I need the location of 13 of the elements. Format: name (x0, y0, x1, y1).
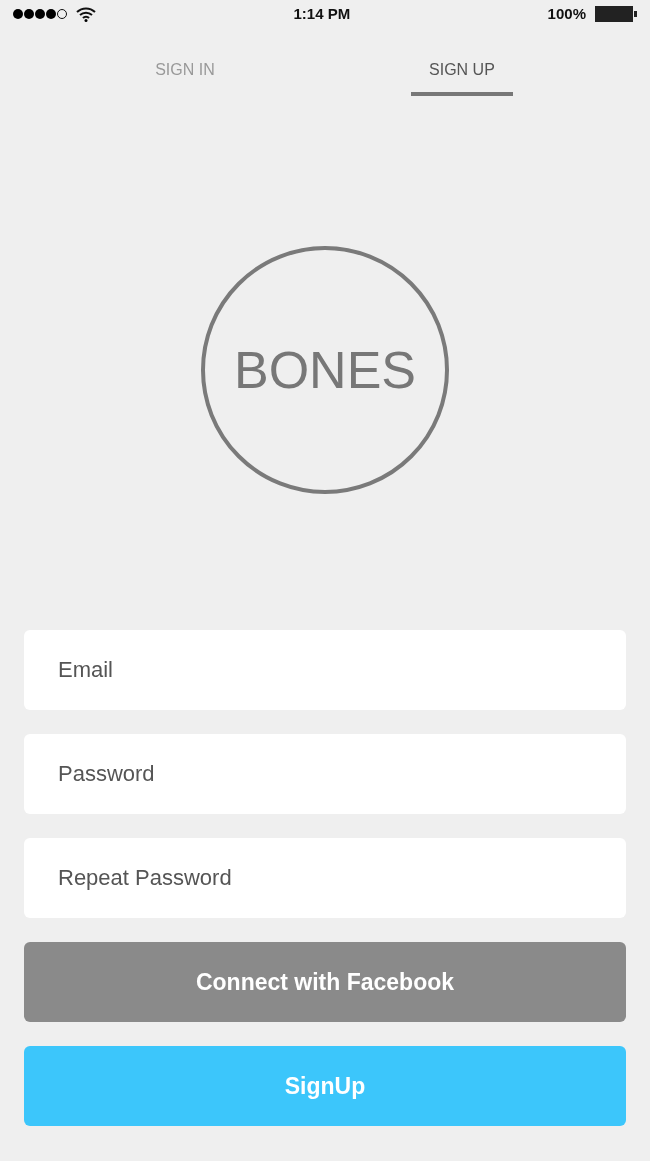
tab[interactable]: SIGN UP (411, 44, 513, 96)
input-field[interactable]: Repeat Password (24, 838, 626, 918)
signup-button[interactable]: SignUp (24, 1046, 626, 1126)
status-time: 1:14 PM (293, 3, 351, 24)
battery-percent: 100% (547, 3, 586, 24)
logo: BONES (201, 246, 449, 494)
wifi-icon (76, 6, 96, 22)
facebook-button[interactable]: Connect with Facebook (24, 942, 626, 1022)
input-field[interactable]: Password (24, 734, 626, 814)
battery-icon (594, 5, 638, 23)
input-field[interactable]: Email (24, 630, 626, 710)
signal-icon (12, 8, 68, 20)
tab[interactable]: SIGN IN (137, 44, 233, 96)
